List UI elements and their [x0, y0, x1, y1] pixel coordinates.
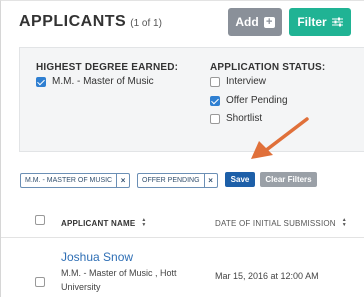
sliders-icon	[331, 17, 343, 27]
filter-chip-label: M.M. - MASTER OF MUSIC	[25, 177, 113, 184]
page-title: APPLICANTS (1 of 1)	[19, 13, 162, 31]
filter-chip-label: OFFER PENDING	[142, 177, 200, 184]
plus-square-icon: +	[263, 16, 275, 28]
applicant-name-link[interactable]: Joshua Snow	[61, 250, 133, 264]
column-label: APPLICANT NAME	[61, 218, 136, 228]
status-option-offer-pending[interactable]: Offer Pending	[210, 95, 288, 106]
status-option-label: Interview	[226, 76, 267, 87]
save-filters-button[interactable]: Save	[225, 172, 255, 187]
filter-button-label: Filter	[297, 15, 327, 29]
applicant-degree: M.M. - Master of Music , Hott University	[61, 268, 177, 292]
column-submission-date[interactable]: DATE OF INITIAL SUBMISSION ▲ ▼	[215, 218, 347, 228]
table-row: Joshua Snow M.M. - Master of Music , Hot…	[1, 239, 364, 297]
status-option-checkbox[interactable]	[210, 76, 220, 87]
remove-chip-icon[interactable]: ×	[116, 174, 129, 187]
filter-chip-status: OFFER PENDING ×	[137, 173, 218, 188]
column-label: DATE OF INITIAL SUBMISSION	[215, 218, 336, 228]
page-header: APPLICANTS (1 of 1) Add + Filter	[1, 1, 364, 47]
row-checkbox[interactable]	[35, 277, 45, 287]
add-button-label: Add	[235, 15, 259, 29]
status-option-label: Offer Pending	[226, 95, 288, 106]
submission-date: Mar 15, 2016 at 12:00 AM	[215, 271, 319, 281]
degree-option-checkbox[interactable]	[36, 76, 46, 87]
add-button[interactable]: Add +	[228, 8, 282, 36]
applicants-page: APPLICANTS (1 of 1) Add + Filter HIGHEST …	[0, 0, 364, 297]
table-header: APPLICANT NAME ▲ ▼ DATE OF INITIAL SUBMIS…	[1, 206, 364, 238]
select-all-checkbox[interactable]	[35, 215, 45, 225]
degree-option-label: M.M. - Master of Music	[52, 76, 154, 87]
filter-chip-degree: M.M. - MASTER OF MUSIC ×	[20, 173, 131, 188]
pointer-arrow-icon	[251, 117, 309, 159]
remove-chip-icon[interactable]: ×	[203, 174, 217, 187]
sort-icon[interactable]: ▲ ▼	[141, 218, 146, 228]
page-title-text: APPLICANTS	[19, 13, 127, 30]
status-option-interview[interactable]: Interview	[210, 76, 266, 87]
filter-button[interactable]: Filter	[289, 8, 351, 36]
applicant-count: (1 of 1)	[130, 18, 162, 29]
degree-option-mm[interactable]: M.M. - Master of Music	[36, 76, 154, 87]
status-filter-title: APPLICATION STATUS:	[210, 62, 326, 73]
column-applicant-name[interactable]: APPLICANT NAME ▲ ▼	[61, 218, 147, 228]
status-option-checkbox[interactable]	[210, 95, 220, 106]
sort-icon[interactable]: ▲ ▼	[342, 218, 347, 228]
clear-filters-button[interactable]: Clear Filters	[260, 172, 317, 187]
status-option-checkbox[interactable]	[210, 113, 220, 124]
degree-filter-title: HIGHEST DEGREE EARNED:	[36, 62, 179, 73]
